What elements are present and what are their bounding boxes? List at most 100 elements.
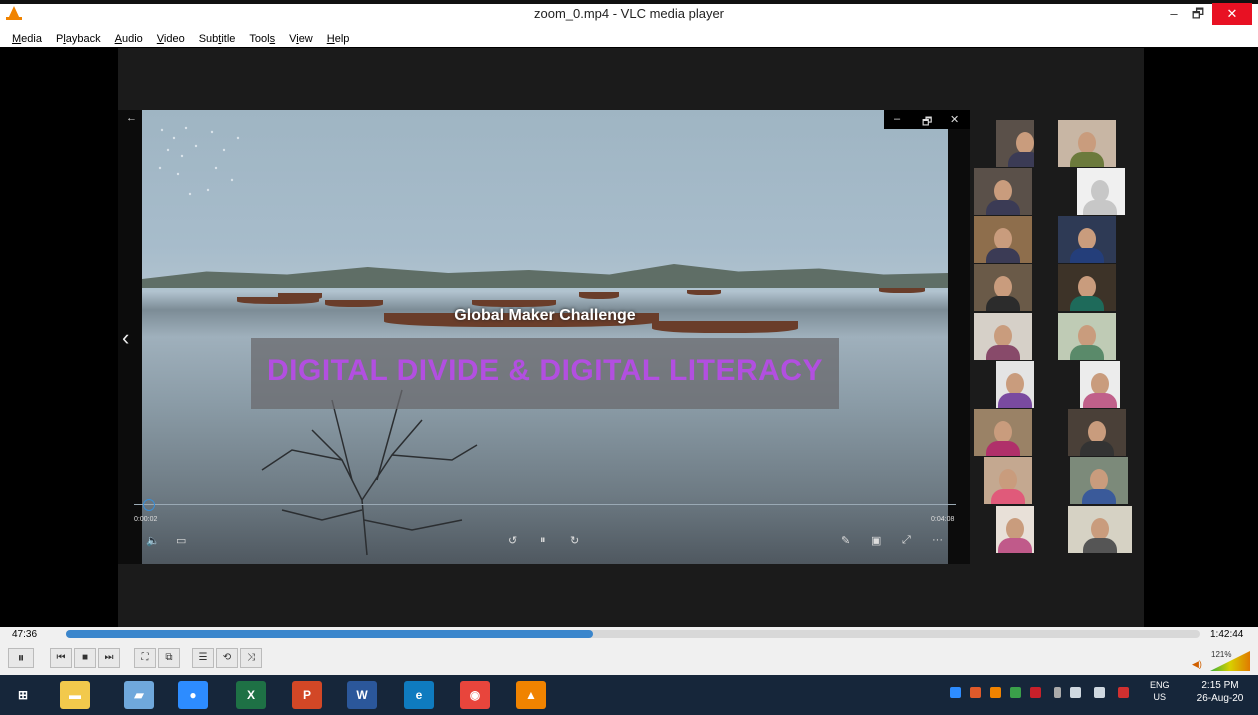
clock-date: 26-Aug-20 [1196,693,1244,704]
boat [325,300,383,307]
participant-tile[interactable] [1058,264,1116,311]
clock-time: 2:15 PM [1201,680,1239,691]
taskbar-app-zoom-icon[interactable]: ● [178,681,208,709]
network-icon[interactable] [1094,687,1105,698]
tray-app-icon[interactable] [970,687,981,698]
taskbar-app-chrome-icon[interactable]: ◉ [460,681,490,709]
pen-icon[interactable]: ✎ [841,534,850,547]
tray-app-icon[interactable] [1010,687,1021,698]
seek-bar-progress [66,630,593,638]
inner-volume-icon[interactable]: 🔈 [146,534,160,547]
fullscreen-button[interactable]: ⛶ [134,648,156,668]
taskbar-app-powerpoint-icon[interactable]: P [292,681,322,709]
inner-fullscreen-icon[interactable]: ⤢ [902,534,911,547]
boat [652,321,798,333]
previous-button[interactable]: ⏮ [50,648,72,668]
participant-tile[interactable] [1070,457,1128,504]
boat [687,290,721,295]
random-button[interactable]: ⤨ [240,648,262,668]
miniview-icon[interactable]: ▣ [871,534,881,547]
rewind-10-icon[interactable]: ↺ [508,534,517,547]
battery-icon[interactable] [1054,687,1061,698]
participant-tile[interactable] [974,313,1032,360]
taskbar-app-notebook-icon[interactable]: ▰ [124,681,154,709]
zoom-tray-icon[interactable] [950,687,961,698]
vlc-tray-icon[interactable] [990,687,1001,698]
pause-button[interactable]: ⏸ [8,648,34,668]
participant-tile[interactable] [1058,216,1116,263]
language-code: ENG [1150,680,1170,690]
participant-tile[interactable] [984,457,1032,504]
playlist-button[interactable]: ☰ [192,648,214,668]
menu-media[interactable]: Media [12,33,42,45]
inner-window-controls: – 🗗 ✕ [884,110,970,129]
participant-tile[interactable] [1058,313,1116,360]
menu-subtitle[interactable]: Subtitle [199,33,236,45]
stop-button[interactable]: ■ [74,648,96,668]
window-title: zoom_0.mp4 - VLC media player [533,6,725,21]
previous-chevron-icon[interactable]: ‹ [122,325,129,351]
back-arrow-icon[interactable]: ← [126,112,137,124]
participant-tile[interactable] [974,216,1032,263]
participant-tile[interactable] [974,168,1032,215]
language-indicator[interactable]: ENG US [1150,679,1170,703]
taskbar-app-excel-icon[interactable]: X [236,681,266,709]
boat [472,300,556,307]
loop-button[interactable]: ⟲ [216,648,238,668]
participant-tile[interactable] [996,506,1034,553]
distant-hills [142,264,948,288]
inner-restore-button[interactable]: 🗗 [922,113,932,132]
keyboard-layout: US [1153,692,1167,702]
video-headline: DIGITAL DIVIDE & DIGITAL LITERACY [267,354,823,387]
participant-tile[interactable] [996,361,1034,408]
participant-tile[interactable] [996,120,1034,167]
total-time[interactable]: 1:42:44 [1210,629,1243,640]
next-button[interactable]: ⏭ [98,648,120,668]
restore-button[interactable]: 🗗 [1184,4,1212,24]
inner-close-button[interactable]: ✕ [950,113,959,126]
taskbar-app-file-explorer-icon[interactable]: ▬ [60,681,90,709]
boat [879,288,925,293]
close-button[interactable]: ✕ [1212,3,1252,25]
inner-pause-icon[interactable]: ⏸ [540,534,546,547]
participant-tile[interactable] [1068,506,1132,553]
menu-video[interactable]: Video [157,33,185,45]
menu-view[interactable]: View [289,33,313,45]
dot-pattern-decoration [158,126,240,196]
more-options-icon[interactable]: ··· [932,534,943,546]
participant-tile[interactable] [1080,361,1120,408]
boat [579,292,619,299]
participant-tile[interactable] [974,264,1032,311]
menu-audio[interactable]: Audio [115,33,143,45]
inner-seek-knob[interactable] [143,499,155,511]
taskbar-app-vlc-icon[interactable]: ▲ [516,681,546,709]
menu-tools[interactable]: Tools [249,33,275,45]
volume-tray-icon[interactable] [1070,687,1081,698]
participant-tile[interactable] [1068,409,1126,456]
inner-captions-icon[interactable]: ▭ [176,534,186,547]
inner-time-total: 0:04:08 [931,516,955,523]
participant-avatar-placeholder[interactable] [1077,168,1125,215]
inner-minimize-button[interactable]: – [894,113,900,125]
participant-tile[interactable] [974,409,1032,456]
speaker-icon[interactable]: ◀) [1192,659,1202,670]
elapsed-time[interactable]: 47:36 [12,629,37,640]
system-clock[interactable]: 2:15 PM 26-Aug-20 [1190,679,1250,705]
taskbar-app-edge-icon[interactable]: e [404,681,434,709]
forward-30-icon[interactable]: ↻ [570,534,579,547]
volume-level: 121% [1211,650,1232,659]
participant-tile[interactable] [1058,120,1116,167]
menu-playback[interactable]: Playback [56,33,101,45]
notification-icon[interactable] [1118,687,1129,698]
taskbar-app-word-icon[interactable]: W [347,681,377,709]
tray-app-icon[interactable] [1030,687,1041,698]
lake-scene-image [142,110,948,564]
inner-seek-bar[interactable] [134,504,956,505]
boat [278,293,322,300]
menu-bar: Media Playback Audio Video Subtitle Tool… [0,31,1258,47]
menu-help[interactable]: Help [327,33,350,45]
video-subheading: Global Maker Challenge [454,307,636,324]
extended-settings-button[interactable]: ⧉ [158,648,180,668]
inner-time-current: 0:00:02 [134,516,158,523]
taskbar-app-windows-icon[interactable]: ⊞ [8,681,38,709]
